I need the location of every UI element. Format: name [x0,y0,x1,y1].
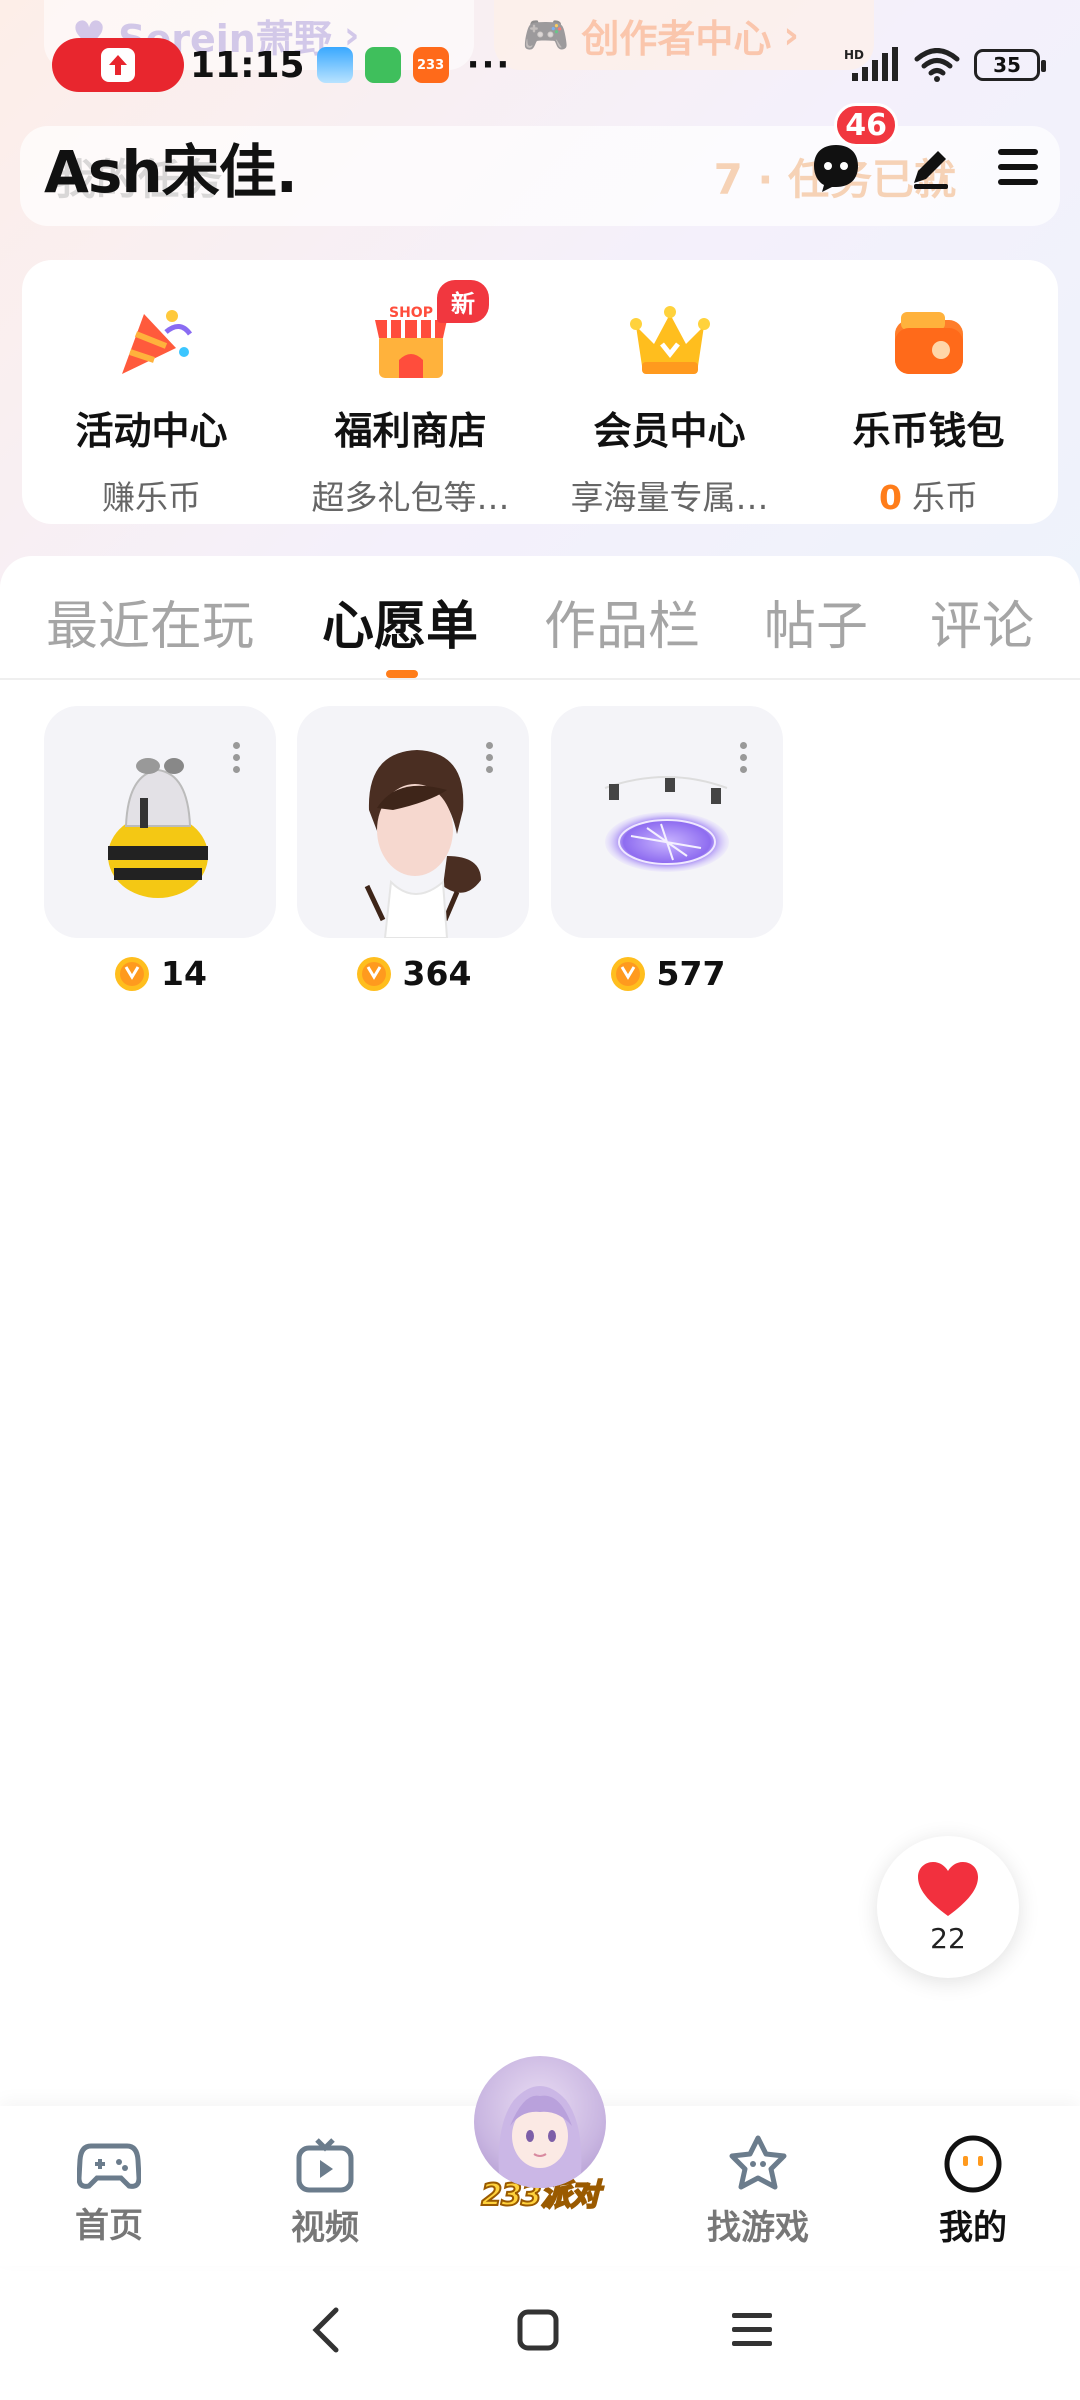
favorites-fab[interactable]: 22 [877,1836,1019,1978]
coin-icon [610,956,645,991]
welfare-shop-button[interactable]: 新 SHOP 福利商店 超多礼包等… [281,260,540,524]
coin-unit: 乐币 [911,478,978,517]
home-icon[interactable] [516,2308,560,2352]
tv-icon [296,2138,354,2193]
service-subtitle: 超多礼包等… [311,478,510,517]
price-value: 14 [161,954,207,993]
wishlist-item[interactable]: 14 [44,706,276,993]
party-popper-icon [106,296,198,388]
new-badge: 新 [437,280,489,323]
menu-icon[interactable] [996,147,1040,187]
coin-wallet-button[interactable]: 乐币钱包 0 乐币 [799,260,1058,524]
system-navigation [0,2290,1080,2370]
edit-icon[interactable] [908,145,952,189]
service-title: 福利商店 [334,409,487,453]
hairstyle-image [364,750,481,938]
more-options-icon[interactable] [486,742,493,773]
heart-icon [918,1861,978,1916]
party-avatar-icon [474,2056,606,2188]
service-title: 活动中心 [75,409,228,453]
battery-indicator: 35 [974,49,1046,81]
nav-home[interactable]: 首页 [29,2134,189,2247]
screen-record-pill[interactable] [52,38,184,92]
nav-mine[interactable]: 我的 [893,2134,1053,2249]
bee-costume-image [108,758,208,898]
wishlist-card[interactable] [551,706,783,938]
svg-text:SHOP: SHOP [389,305,433,321]
nav-video[interactable]: 视频 [245,2134,405,2249]
nav-label: 找游戏 [707,2208,809,2248]
bottom-navigation: 首页 视频 233派对 找游戏 我的 [0,2056,1080,2266]
crown-icon [624,296,716,388]
nav-label: 首页 [75,2206,143,2246]
status-bar: 11:15 233 ··· HD 35 [52,30,1046,100]
wishlist-card[interactable] [44,706,276,938]
service-subtitle: 0 乐币 [879,471,978,519]
upload-icon [101,48,135,82]
back-icon[interactable] [306,2306,346,2354]
service-title: 乐币钱包 [852,409,1005,453]
service-subtitle: 享海量专属… [570,478,769,517]
more-options-icon[interactable] [233,742,240,773]
tab-wishlist[interactable]: 心愿单 [322,584,478,659]
nav-find-games[interactable]: 找游戏 [678,2134,838,2249]
wifi-icon [914,48,960,82]
service-subtitle: 赚乐币 [102,478,201,517]
tab-posts[interactable]: 帖子 [764,584,868,659]
more-options-icon[interactable] [740,742,747,773]
member-center-button[interactable]: 会员中心 享海量专属… [540,260,799,524]
magic-circle-image [604,776,729,872]
wishlist-card[interactable] [297,706,529,938]
wishlist-price: 577 [551,954,783,993]
message-badge: 46 [834,103,898,147]
tab-recently-played[interactable]: 最近在玩 [46,584,254,659]
recents-icon[interactable] [730,2310,774,2350]
username[interactable]: Ash宋佳. [44,125,298,209]
service-title: 会员中心 [593,409,746,453]
profile-tabs: 最近在玩 心愿单 作品栏 帖子 评论 [0,556,1080,680]
wishlist-price: 364 [297,954,529,993]
coin-icon [356,956,391,991]
activity-center-button[interactable]: 活动中心 赚乐币 [22,260,281,524]
svg-text:HD: HD [844,48,864,62]
status-time: 11:15 [190,44,305,86]
wishlist-item[interactable]: 364 [297,706,529,993]
star-icon [729,2135,787,2190]
coin-icon [115,956,150,991]
tab-works[interactable]: 作品栏 [544,584,700,659]
profile-header: Ash宋佳. 46 [44,103,1040,212]
fitness-app-icon [364,47,401,83]
nav-party[interactable]: 233派对 [456,2056,624,2214]
nav-label: 视频 [291,2208,359,2248]
wishlist-price: 14 [44,954,276,993]
tab-comments[interactable]: 评论 [930,584,1034,659]
tab-indicator [386,670,418,678]
signal-icon: HD [844,47,898,81]
gamepad-icon [77,2143,141,2189]
wallet-icon [883,296,975,388]
more-notifications-icon: ··· [466,45,512,85]
smile-icon [944,2135,1002,2193]
message-icon [814,145,858,192]
services-card: 活动中心 赚乐币 新 SHOP 福利商店 超多礼包等… 会员中心 享海量专属… … [22,260,1058,524]
coin-balance: 0 [879,478,902,517]
weather-app-icon [316,47,353,83]
wishlist-item[interactable]: 577 [551,706,783,993]
message-button[interactable]: 46 [808,103,898,195]
app-233-icon: 233 [412,47,449,83]
favorites-count: 22 [930,1921,966,1955]
price-value: 577 [656,954,726,993]
nav-label: 我的 [939,2208,1007,2248]
price-value: 364 [402,954,472,993]
